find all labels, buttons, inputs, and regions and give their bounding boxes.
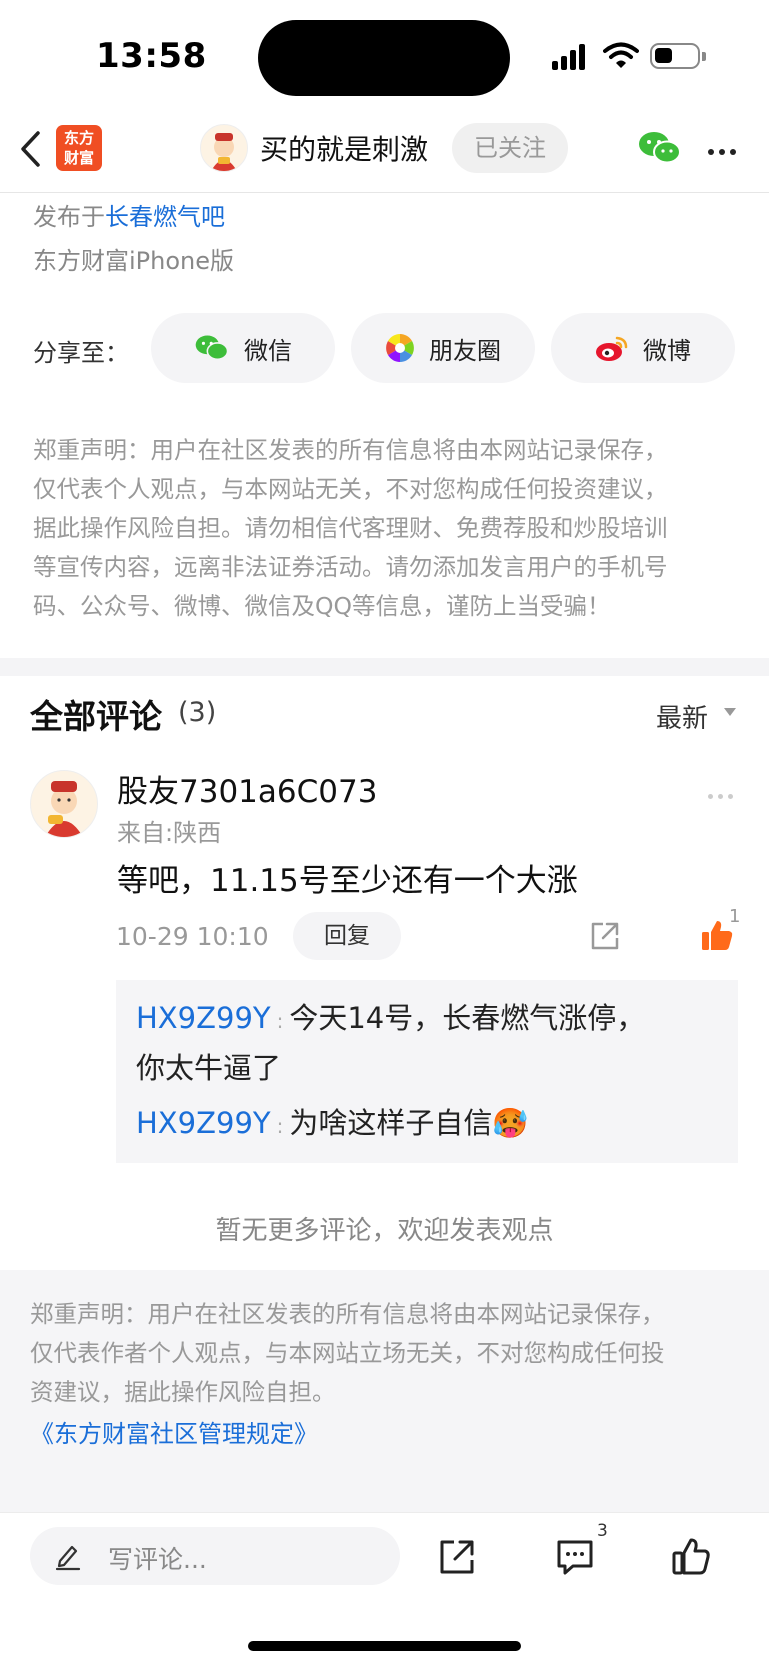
battery-icon bbox=[650, 43, 700, 69]
nav-divider bbox=[0, 192, 769, 193]
weibo-icon bbox=[596, 336, 628, 361]
forum-link[interactable]: 长春燃气吧 bbox=[105, 203, 225, 231]
follow-button[interactable]: 已关注 bbox=[452, 123, 568, 173]
reply-item[interactable]: HX9Z99Y: 为啥这样子自信🥵 bbox=[136, 1100, 716, 1150]
disclaimer-line: 郑重声明：用户在社区发表的所有信息将由本网站记录保存， bbox=[30, 1300, 665, 1328]
reply-username[interactable]: HX9Z99Y bbox=[136, 1106, 271, 1140]
caret-down-icon[interactable] bbox=[724, 708, 736, 716]
comments-title: 全部评论 bbox=[30, 697, 162, 736]
disclaimer-line: 等宣传内容，远离非法证券活动。请勿添加发言用户的手机号 bbox=[33, 553, 668, 581]
community-rules-link[interactable]: 《东方财富社区管理规定》 bbox=[30, 1414, 318, 1449]
reply-text: 为啥这样子自信 bbox=[289, 1106, 493, 1140]
author-name[interactable]: 买的就是刺激 bbox=[260, 128, 428, 168]
home-indicator bbox=[248, 1641, 521, 1651]
author-avatar[interactable] bbox=[200, 124, 248, 172]
reply-separator: : bbox=[276, 1009, 284, 1033]
more-options-icon[interactable] bbox=[708, 140, 741, 159]
disclaimer-line: 资建议，据此操作风险自担。 bbox=[30, 1378, 336, 1406]
logo-line2: 财富 bbox=[63, 149, 94, 167]
reply-text: 你太牛逼了 bbox=[136, 1051, 282, 1085]
sort-dropdown[interactable]: 最新 bbox=[656, 698, 708, 735]
thumbs-up-icon[interactable] bbox=[671, 1536, 711, 1576]
emoji-icon: 🥵 bbox=[492, 1106, 529, 1140]
disclaimer-line: 仅代表作者个人观点，与本网站立场无关，不对您构成任何投 bbox=[30, 1339, 665, 1367]
logo-line1: 东方 bbox=[63, 129, 94, 147]
disclaimer-line: 郑重声明：用户在社区发表的所有信息将由本网站记录保存， bbox=[33, 436, 668, 464]
commenter-location: 来自:陕西 bbox=[117, 819, 222, 847]
comment-input[interactable] bbox=[30, 1527, 400, 1585]
share-weibo-label: 微博 bbox=[643, 336, 691, 365]
wechat-icon[interactable] bbox=[638, 130, 682, 166]
reply-separator: : bbox=[276, 1114, 284, 1138]
publish-info: 发布于长春燃气吧 bbox=[33, 197, 225, 232]
share-icon[interactable] bbox=[589, 920, 621, 952]
publish-prefix: 发布于 bbox=[33, 203, 105, 231]
section-divider bbox=[0, 658, 769, 676]
share-label: 分享至： bbox=[33, 339, 129, 367]
share-icon[interactable] bbox=[438, 1538, 476, 1576]
comment-input-placeholder[interactable]: 写评论... bbox=[108, 1540, 207, 1576]
share-wechat-button[interactable]: 微信 bbox=[151, 313, 335, 383]
disclaimer-top: 郑重声明：用户在社区发表的所有信息将由本网站记录保存， 仅代表个人观点，与本网站… bbox=[33, 431, 733, 626]
disclaimer-bottom: 郑重声明：用户在社区发表的所有信息将由本网站记录保存， 仅代表作者个人观点，与本… bbox=[30, 1295, 740, 1412]
share-moments-button[interactable]: 朋友圈 bbox=[351, 313, 535, 383]
comment-count-badge: 3 bbox=[597, 1521, 608, 1541]
share-moments-label: 朋友圈 bbox=[429, 336, 501, 365]
battery-tip bbox=[702, 52, 706, 61]
comment-time: 10-29 10:10 bbox=[116, 922, 269, 951]
comment-icon[interactable] bbox=[555, 1538, 595, 1578]
wifi-icon bbox=[603, 42, 639, 68]
disclaimer-line: 仅代表个人观点，与本网站无关，不对您构成任何投资建议， bbox=[33, 475, 668, 503]
pencil-icon bbox=[55, 1545, 81, 1571]
commenter-name[interactable]: 股友7301a6C073 bbox=[117, 766, 377, 811]
back-icon[interactable] bbox=[18, 130, 44, 168]
app-logo[interactable]: 东方 财富 bbox=[56, 125, 102, 171]
reply-item[interactable]: HX9Z99Y: 今天14号，长春燃气涨停， 你太牛逼了 bbox=[136, 995, 716, 1092]
share-weibo-button[interactable]: 微博 bbox=[551, 313, 735, 383]
disclaimer-line: 据此操作风险自担。请勿相信代客理财、免费荐股和炒股培训 bbox=[33, 514, 668, 542]
share-wechat-label: 微信 bbox=[244, 336, 292, 365]
reply-button[interactable]: 回复 bbox=[293, 912, 401, 960]
moments-icon bbox=[386, 334, 414, 362]
reply-username[interactable]: HX9Z99Y bbox=[136, 1001, 271, 1035]
like-count: 1 bbox=[729, 906, 741, 927]
dynamic-island bbox=[258, 20, 510, 96]
comment-more-icon[interactable] bbox=[708, 784, 738, 803]
status-time: 13:58 bbox=[96, 36, 207, 76]
comment-text: 等吧，11.15号至少还有一个大涨 bbox=[117, 863, 578, 899]
commenter-avatar[interactable] bbox=[30, 770, 98, 838]
wechat-icon bbox=[195, 335, 229, 361]
client-info: 东方财富iPhone版 bbox=[33, 247, 235, 275]
comments-count: (3) bbox=[178, 697, 217, 728]
disclaimer-line: 码、公众号、微博、微信及QQ等信息，谨防上当受骗！ bbox=[33, 592, 611, 620]
signal-icon bbox=[552, 44, 592, 70]
no-more-comments: 暂无更多评论，欢迎发表观点 bbox=[215, 1216, 554, 1246]
reply-text: 今天14号，长春燃气涨停， bbox=[289, 1001, 646, 1035]
